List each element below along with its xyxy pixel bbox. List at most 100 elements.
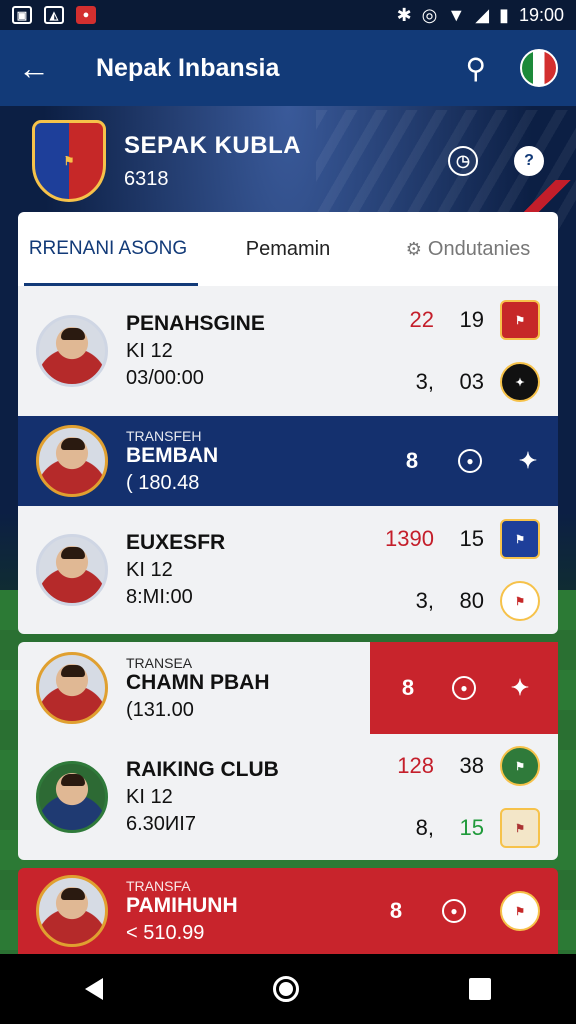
club-actions: ◷ ? (448, 146, 544, 176)
stat-value: 3, (415, 588, 434, 613)
club-name: SEPAK KUBLA (124, 131, 302, 159)
row-actions: 8 ● ✦ (400, 448, 540, 473)
player-info: TRANSFEH BEMBAN ( 180.48 (126, 428, 400, 495)
club-badge-icon: ⚑ (500, 300, 540, 340)
player-name: EUXESFR (126, 531, 226, 554)
player-avatar (36, 875, 108, 947)
stat-value: 15 (459, 526, 484, 551)
stat-value: 19 (459, 307, 484, 332)
star-icon[interactable]: ✦ (516, 448, 540, 473)
stat-value: 22 (409, 307, 434, 332)
whistle-icon[interactable]: 8 (396, 675, 420, 700)
app-title: Nepak Inbansia (96, 53, 280, 82)
club-badge-icon: ⚑ (500, 519, 540, 559)
player-info: TRANSFA PAMIHUNH < 510.99 (126, 878, 384, 945)
player-value: < 510.99 (126, 921, 205, 944)
tab-bar: RRENANI ASONG Pemamin ⚙ Ondutanies (18, 212, 558, 286)
transfer-tag: TRANSFA (126, 877, 191, 894)
club-badge-icon: ⚑ (500, 581, 540, 621)
player-avatar (36, 534, 108, 606)
settings-icon: ⚙ (405, 238, 422, 259)
stat-value: 15 (459, 815, 484, 840)
player-row[interactable]: EUXESFR KI 12 8:MI:00 1390 15 ⚑ 3, 80 ⚑ (18, 506, 558, 634)
row-actions: 8 ● ⚑ (384, 891, 540, 931)
system-nav-bar (0, 954, 576, 1024)
player-time: 6.30ИI7 (126, 813, 196, 835)
transfer-row[interactable]: TRANSEA CHAMN PBAH (131.00 8 ● ✦ (18, 642, 558, 734)
player-info: RAIKING CLUB KI 12 6.30ИI7 (126, 758, 364, 836)
club-badge-icon: ✦ (500, 362, 540, 402)
stat-value: 8, (415, 815, 434, 840)
status-time: 19:00 (518, 4, 564, 25)
transfer-row[interactable]: TRANSFEH BEMBAN ( 180.48 8 ● ✦ (18, 416, 558, 506)
wifi-icon: ▼ (447, 4, 466, 25)
whistle-icon[interactable]: 8 (400, 448, 424, 473)
stat-value: 80 (459, 588, 484, 613)
app-bar: ← Nepak Inbansia ⚲ (0, 30, 576, 106)
player-time: 8:MI:00 (126, 586, 193, 608)
club-header: ⚑ SEPAK KUBLA 6318 ◷ ? (0, 106, 576, 216)
club-crest: ⚑ (32, 120, 106, 202)
player-avatar (36, 761, 108, 833)
player-name: BEMBAN (126, 443, 219, 467)
search-icon[interactable]: ⚲ (465, 52, 486, 85)
player-stats: 128 38 ⚑ 8, 15 ⚑ (364, 746, 540, 848)
player-time: 03/00:00 (126, 367, 204, 389)
club-info: SEPAK KUBLA 6318 (124, 132, 448, 191)
battery-icon: ▮ (499, 4, 509, 25)
stat-value: 128 (397, 753, 434, 778)
nav-back-icon[interactable] (85, 978, 103, 1000)
bluetooth-icon: ✱ (396, 4, 412, 25)
player-stats: 1390 15 ⚑ 3, 80 ⚑ (364, 519, 540, 621)
nav-recents-icon[interactable] (469, 978, 491, 1000)
timer-button[interactable]: ◷ (448, 146, 478, 176)
app-notification-icon: ● (76, 6, 96, 24)
stat-value: 03 (459, 369, 484, 394)
player-row[interactable]: RAIKING CLUB KI 12 6.30ИI7 128 38 ⚑ 8, 1… (18, 734, 558, 860)
status-bar: ▣ ◭ ● ✱ ◎ ▼ ◢ ▮ 19:00 (0, 0, 576, 30)
player-stats: 22 19 ⚑ 3, 03 ✦ (364, 300, 540, 402)
whistle-icon[interactable]: 8 (384, 898, 408, 923)
tab-label: Ondutanies (427, 237, 531, 260)
target-icon[interactable]: ● (458, 449, 482, 473)
club-badge-icon: ⚑ (500, 808, 540, 848)
tab-rrenani-asong[interactable]: RRENANI ASONG (18, 212, 198, 286)
signal-icon: ◢ (475, 4, 490, 25)
player-avatar (36, 652, 108, 724)
player-name: PAMIHUNH (126, 893, 238, 917)
notification-icon: ▣ (12, 6, 32, 24)
tab-label: RRENANI ASONG (28, 238, 188, 259)
player-value: ( 180.48 (126, 471, 200, 494)
flag-avatar[interactable] (520, 49, 558, 87)
player-info: EUXESFR KI 12 8:MI:00 (126, 531, 364, 609)
club-subtitle: 6318 (124, 167, 169, 190)
transfer-tag: TRANSFEH (126, 427, 202, 444)
back-arrow-icon[interactable]: ← (18, 50, 78, 87)
player-line: KI 12 (126, 559, 173, 581)
player-line: KI 12 (126, 340, 173, 362)
player-row[interactable]: PENAHSGINE KI 12 03/00:00 22 19 ⚑ 3, 03 … (18, 286, 558, 416)
transfer-row[interactable]: TRANSFA PAMIHUNH < 510.99 8 ● ⚑ (18, 868, 558, 954)
target-icon[interactable]: ● (442, 899, 466, 923)
tab-label: Pemamin (245, 237, 331, 260)
player-name: RAIKING CLUB (126, 758, 279, 781)
player-avatar (36, 425, 108, 497)
player-avatar (36, 315, 108, 387)
target-icon[interactable]: ● (452, 676, 476, 700)
info-button[interactable]: ? (514, 146, 544, 176)
player-line: KI 12 (126, 786, 173, 808)
club-badge-icon: ⚑ (500, 891, 540, 931)
stat-value: 1390 (385, 526, 434, 551)
row-actions: 8 ● ✦ (370, 642, 558, 734)
sync-icon: ◎ (421, 4, 438, 25)
tab-ondutanies[interactable]: ⚙ Ondutanies (378, 212, 558, 286)
club-badge-icon: ⚑ (500, 746, 540, 786)
player-name: PENAHSGINE (126, 312, 265, 335)
photo-icon: ◭ (44, 6, 64, 24)
stat-value: 38 (459, 753, 484, 778)
stat-value: 3, (415, 369, 434, 394)
star-icon[interactable]: ✦ (508, 675, 532, 700)
tab-pemamin[interactable]: Pemamin (198, 212, 378, 286)
nav-home-icon[interactable] (273, 976, 299, 1002)
player-info: PENAHSGINE KI 12 03/00:00 (126, 312, 364, 390)
